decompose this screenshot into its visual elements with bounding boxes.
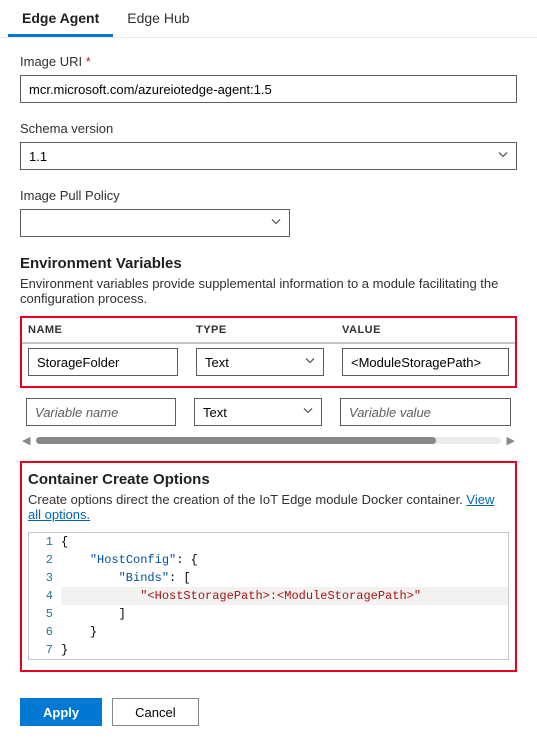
container-create-options-box: Container Create Options Create options …: [20, 461, 517, 672]
env-type-select[interactable]: [194, 398, 322, 426]
cco-desc-text: Create options direct the creation of th…: [28, 492, 466, 507]
image-uri-input[interactable]: [20, 75, 517, 103]
cco-desc: Create options direct the creation of th…: [28, 492, 509, 522]
line-number: 3: [29, 569, 61, 587]
env-header-type: TYPE: [196, 324, 324, 336]
scroll-track[interactable]: [36, 437, 500, 444]
footer-actions: Apply Cancel: [0, 690, 537, 740]
code-line[interactable]: {: [61, 533, 508, 551]
tabs-bar: Edge Agent Edge Hub: [0, 0, 537, 38]
field-image-uri: Image URI *: [20, 54, 517, 103]
line-number: 2: [29, 551, 61, 569]
image-uri-label-text: Image URI: [20, 54, 82, 69]
env-row: [20, 394, 517, 430]
apply-button[interactable]: Apply: [20, 698, 102, 726]
schema-version-select[interactable]: [20, 142, 517, 170]
line-number: 6: [29, 623, 61, 641]
env-vars-desc: Environment variables provide supplement…: [20, 276, 517, 306]
line-number: 7: [29, 641, 61, 659]
env-horizontal-scrollbar[interactable]: ◀ ▶: [20, 430, 517, 447]
code-editor[interactable]: 1 { 2 "HostConfig": { 3 "Binds": [ 4 "<H…: [28, 532, 509, 660]
env-header-value: VALUE: [342, 324, 509, 336]
pull-policy-label: Image Pull Policy: [20, 188, 517, 203]
env-header-row: NAME TYPE VALUE: [22, 320, 515, 344]
code-line[interactable]: }: [61, 641, 508, 659]
scroll-left-icon[interactable]: ◀: [22, 434, 30, 447]
required-mark: *: [86, 54, 91, 69]
tab-edge-agent[interactable]: Edge Agent: [8, 0, 113, 37]
field-schema-version: Schema version: [20, 121, 517, 170]
line-number: 4: [29, 587, 61, 605]
env-row: [22, 344, 515, 380]
line-number: 5: [29, 605, 61, 623]
schema-version-label: Schema version: [20, 121, 517, 136]
image-uri-label: Image URI *: [20, 54, 517, 69]
code-line[interactable]: }: [61, 623, 508, 641]
pull-policy-select[interactable]: [20, 209, 290, 237]
env-value-input[interactable]: [342, 348, 509, 376]
code-line[interactable]: "HostConfig": {: [61, 551, 508, 569]
env-vars-title: Environment Variables: [20, 255, 517, 272]
scroll-thumb[interactable]: [36, 437, 435, 444]
env-name-input[interactable]: [26, 398, 176, 426]
line-number: 1: [29, 533, 61, 551]
env-value-input[interactable]: [340, 398, 511, 426]
code-line[interactable]: "<HostStoragePath>:<ModuleStoragePath>": [61, 587, 508, 605]
tab-edge-hub[interactable]: Edge Hub: [113, 0, 203, 37]
field-pull-policy: Image Pull Policy: [20, 188, 517, 237]
env-header-name: NAME: [28, 324, 178, 336]
cancel-button[interactable]: Cancel: [112, 698, 198, 726]
scroll-right-icon[interactable]: ▶: [507, 434, 515, 447]
env-vars-highlight-box: NAME TYPE VALUE: [20, 316, 517, 388]
env-type-select[interactable]: [196, 348, 324, 376]
code-line[interactable]: "Binds": [: [61, 569, 508, 587]
cco-title: Container Create Options: [28, 471, 509, 488]
env-name-input[interactable]: [28, 348, 178, 376]
code-line[interactable]: ]: [61, 605, 508, 623]
